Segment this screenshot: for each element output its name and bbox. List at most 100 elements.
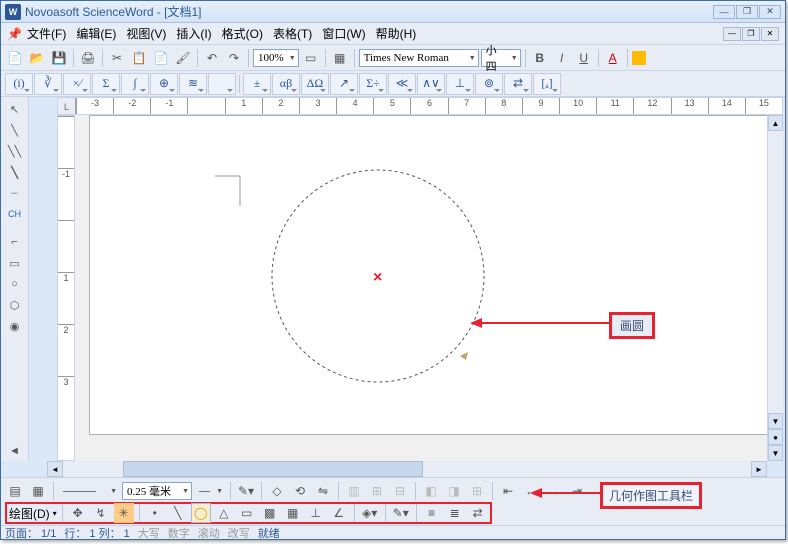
close-button[interactable]: ✕ <box>759 5 781 19</box>
geom-triangle-icon[interactable]: △ <box>214 503 234 523</box>
math-greek-upper[interactable]: ΔΩ <box>301 73 329 95</box>
open-icon[interactable]: 📂 <box>27 48 47 68</box>
geom-axes-icon[interactable]: ⊥ <box>306 503 326 523</box>
view2-icon[interactable]: ▦ <box>28 481 48 501</box>
geom-select-icon[interactable]: ✥ <box>68 503 88 523</box>
mdi-restore[interactable]: ❐ <box>742 27 760 41</box>
left-arrow-icon[interactable]: ◄ <box>5 441 25 461</box>
pin-icon[interactable]: 📌 <box>7 27 21 41</box>
rotate-icon[interactable]: ⟲ <box>290 481 310 501</box>
menu-window[interactable]: 窗口(W) <box>318 23 369 44</box>
mdi-minimize[interactable]: — <box>723 27 741 41</box>
math-ops[interactable]: Σ÷ <box>359 73 387 95</box>
math-paren[interactable]: (i) <box>5 73 33 95</box>
draw-menu-label[interactable]: 绘图(D) <box>9 505 50 522</box>
document-canvas[interactable]: × <box>75 115 767 461</box>
zoom-reset-icon[interactable]: ▭ <box>301 48 321 68</box>
geom-hline3-icon[interactable]: ⇄ <box>468 503 488 523</box>
bracket-icon[interactable]: ⌐ <box>5 232 25 252</box>
undo-icon[interactable]: ↶ <box>202 48 222 68</box>
circle-icon[interactable]: ○ <box>5 274 25 294</box>
menu-help[interactable]: 帮助(H) <box>372 23 421 44</box>
cut-icon[interactable]: ✂ <box>107 48 127 68</box>
save-icon[interactable]: 💾 <box>49 48 69 68</box>
math-logic[interactable]: ∧∨ <box>417 73 445 95</box>
geom-rect-icon[interactable]: ▭ <box>237 503 257 523</box>
underline-icon[interactable]: U <box>574 48 594 68</box>
geom-grid-icon[interactable]: ▦ <box>283 503 303 523</box>
minimize-button[interactable]: — <box>713 5 735 19</box>
pen-color-icon[interactable]: ✎▾ <box>236 481 256 501</box>
dash-icon[interactable]: ┈ <box>5 183 25 203</box>
math-int[interactable]: ∫ <box>121 73 149 95</box>
nav-next-icon[interactable]: → <box>544 481 564 501</box>
line2-icon[interactable]: ╲╲ <box>5 141 25 161</box>
menu-edit[interactable]: 编辑(E) <box>72 23 120 44</box>
line-style-combo[interactable]: ——— <box>59 482 119 500</box>
vertical-scrollbar[interactable]: ▲ ▼ ● ▼ <box>767 115 783 461</box>
line3-icon[interactable]: ╲ <box>5 162 25 182</box>
highlight-icon[interactable] <box>632 51 646 65</box>
math-root[interactable]: ∛ <box>34 73 62 95</box>
hex-icon[interactable]: ⬡ <box>5 295 25 315</box>
math-geom[interactable]: ⊥ <box>446 73 474 95</box>
line1-icon[interactable]: ╲ <box>5 120 25 140</box>
paste-icon[interactable]: 📄 <box>151 48 171 68</box>
maximize-button[interactable]: ❐ <box>736 5 758 19</box>
math-sum[interactable]: Σ <box>92 73 120 95</box>
math-matrix[interactable] <box>208 73 236 95</box>
mdi-close[interactable]: ✕ <box>761 27 779 41</box>
cursor-icon[interactable]: ↖ <box>5 99 25 119</box>
font-color-icon[interactable]: A <box>603 48 623 68</box>
math-frac[interactable]: ×∕ <box>63 73 91 95</box>
menu-format[interactable]: 格式(O) <box>218 23 267 44</box>
geom-snap-icon[interactable]: ✳ <box>114 503 134 523</box>
menu-table[interactable]: 表格(T) <box>269 23 316 44</box>
line-weight-combo[interactable]: — <box>195 482 225 500</box>
math-approx[interactable]: ≋ <box>179 73 207 95</box>
font-combo[interactable]: Times New Roman <box>359 49 479 67</box>
ch-icon[interactable]: CH <box>5 204 25 224</box>
geom-angle-icon[interactable]: ∠ <box>329 503 349 523</box>
geom-fill-icon[interactable]: ◈▾ <box>360 503 380 523</box>
flip-icon[interactable]: ⇋ <box>313 481 333 501</box>
geom-hline1-icon[interactable]: ≡ <box>422 503 442 523</box>
eye-icon[interactable]: ◉ <box>5 316 25 336</box>
math-rel[interactable]: ≪ <box>388 73 416 95</box>
math-greek-lower[interactable]: αβ <box>272 73 300 95</box>
menu-file[interactable]: 文件(F) <box>23 23 70 44</box>
geom-circle-icon[interactable]: ◯ <box>191 503 211 523</box>
math-arrows2[interactable]: ⇄ <box>504 73 532 95</box>
math-pm[interactable]: ± <box>243 73 271 95</box>
geom-eraser-icon[interactable]: ✎▾ <box>391 503 411 523</box>
format-painter-icon[interactable]: 🖌 <box>173 48 193 68</box>
print-icon[interactable]: 🖨 <box>78 48 98 68</box>
new-icon[interactable]: 📄 <box>5 48 25 68</box>
table-icon[interactable]: ▦ <box>330 48 350 68</box>
math-circplus[interactable]: ⊕ <box>150 73 178 95</box>
geom-move-icon[interactable]: ↯ <box>91 503 111 523</box>
line-width-combo[interactable]: 0.25 毫米 <box>122 482 192 500</box>
menu-view[interactable]: 视图(V) <box>122 23 170 44</box>
callout-arrow-2 <box>540 492 600 494</box>
menu-insert[interactable]: 插入(I) <box>172 23 215 44</box>
view1-icon[interactable]: ▤ <box>5 481 25 501</box>
geom-image-icon[interactable]: ▩ <box>260 503 280 523</box>
copy-icon[interactable]: 📋 <box>129 48 149 68</box>
geom-line-icon[interactable]: ╲ <box>168 503 188 523</box>
zoom-combo[interactable]: 100% <box>253 49 299 67</box>
size-combo[interactable]: 小四 <box>481 49 521 67</box>
geom-hline2-icon[interactable]: ≣ <box>445 503 465 523</box>
horizontal-scrollbar[interactable]: ◄ ► <box>47 461 767 477</box>
fill-icon[interactable]: ◇ <box>267 481 287 501</box>
nav-last-icon[interactable]: ⇥ <box>567 481 587 501</box>
bold-icon[interactable]: B <box>530 48 550 68</box>
math-circ[interactable]: ⊚ <box>475 73 503 95</box>
nav-first-icon[interactable]: ⇤ <box>498 481 518 501</box>
rect-icon[interactable]: ▭ <box>5 253 25 273</box>
redo-icon[interactable]: ↷ <box>224 48 244 68</box>
geom-point-icon[interactable]: • <box>145 503 165 523</box>
italic-icon[interactable]: I <box>552 48 572 68</box>
math-sub[interactable]: [ₐ] <box>533 73 561 95</box>
math-arrow[interactable]: ↗ <box>330 73 358 95</box>
